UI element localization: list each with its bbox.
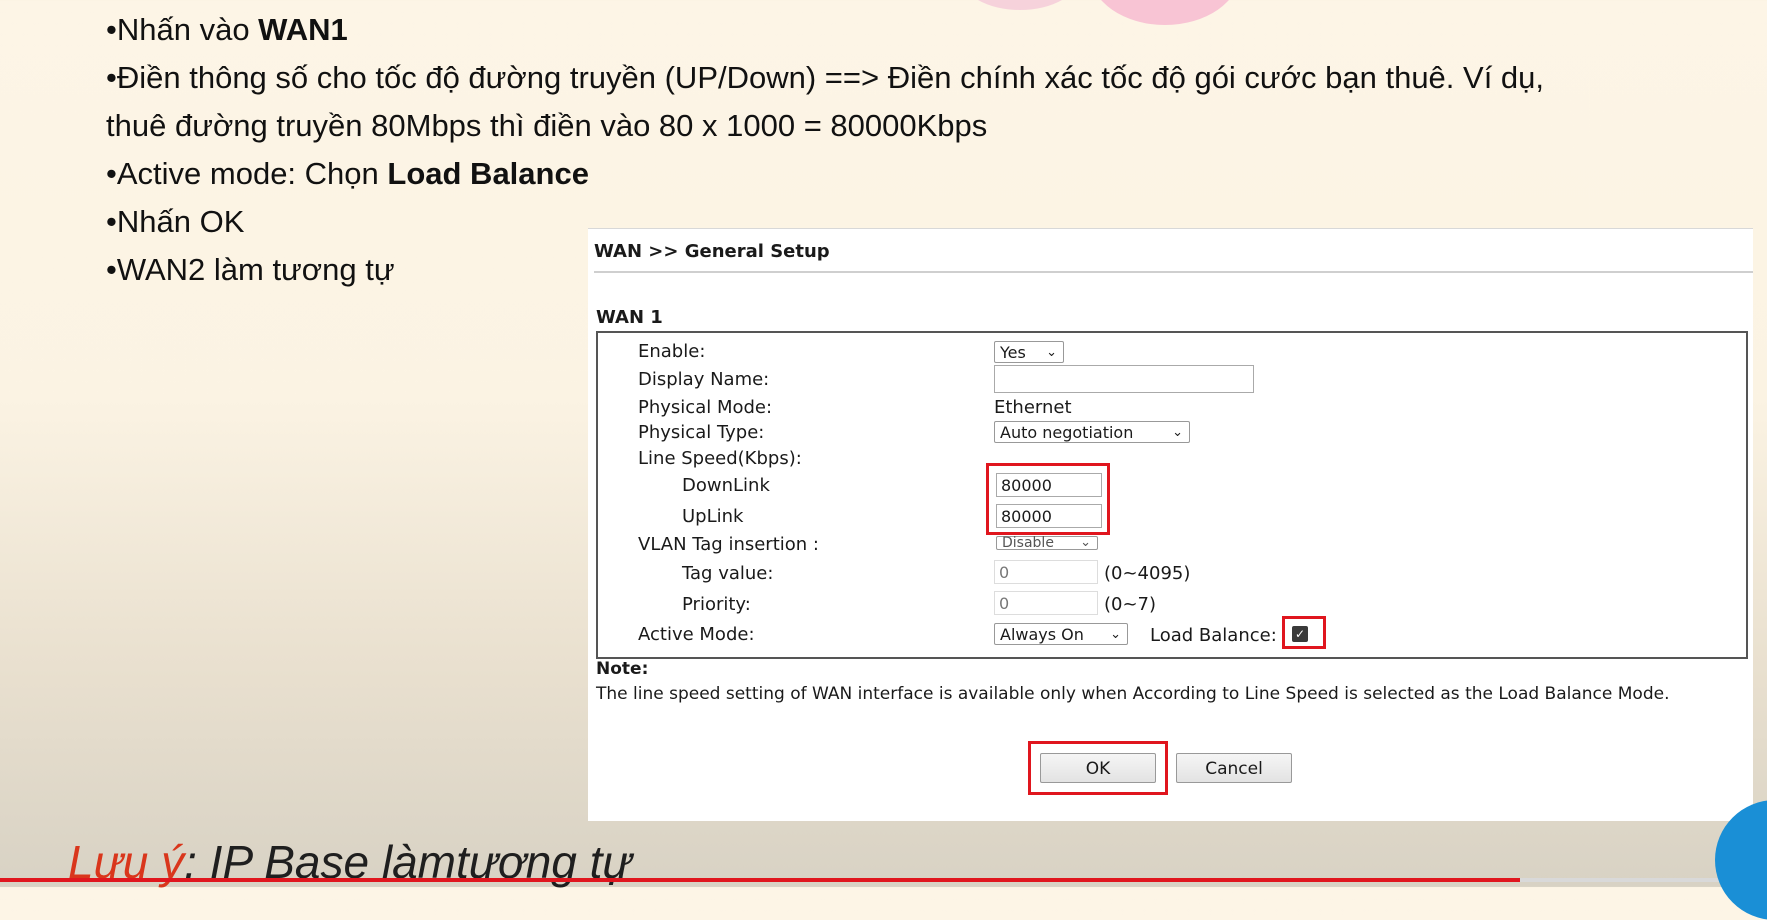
highlight-line-speed: [986, 463, 1110, 535]
tag-value-input[interactable]: 0: [994, 560, 1098, 584]
bullet-line-speed: •Điền thông số cho tốc độ đường truyền (…: [106, 60, 1545, 143]
physical-type-select[interactable]: Auto negotiation ⌄: [994, 421, 1190, 443]
chevron-down-icon: ⌄: [1080, 535, 1091, 550]
display-name-label: Display Name:: [638, 369, 770, 390]
wan1-settings-box: Enable: Yes ⌄ Display Name: Physical Mode…: [596, 331, 1748, 659]
active-mode-select[interactable]: Always On ⌄: [994, 623, 1128, 645]
decorative-blob: [960, 0, 1080, 10]
downlink-label: DownLink: [682, 475, 770, 496]
uplink-label: UpLink: [682, 506, 744, 527]
enable-label: Enable:: [638, 341, 706, 362]
note-title: Note:: [596, 659, 649, 679]
physical-mode-value: Ethernet: [994, 397, 1072, 418]
tag-range: (0~4095): [1104, 563, 1191, 584]
chevron-down-icon: ⌄: [1172, 425, 1183, 440]
footer-red-line: [0, 878, 1520, 882]
vlan-label: VLAN Tag insertion :: [638, 534, 819, 555]
highlight-load-balance: [1282, 616, 1326, 649]
bullet-ok: •Nhấn OK: [106, 204, 245, 239]
router-screenshot-panel: WAN >> General Setup WAN 1 Enable: Yes ⌄ …: [588, 228, 1753, 821]
vlan-select[interactable]: Disable ⌄: [996, 536, 1098, 550]
load-balance-label: Load Balance:: [1150, 625, 1277, 646]
breadcrumb: WAN >> General Setup: [594, 241, 830, 262]
priority-label: Priority:: [682, 594, 751, 615]
footer-note: Lưu ý: IP Base làmtương tự: [68, 836, 632, 888]
enable-select[interactable]: Yes ⌄: [994, 341, 1064, 363]
chevron-down-icon: ⌄: [1110, 627, 1121, 642]
bullet-wan2: •WAN2 làm tương tự: [106, 252, 395, 287]
priority-range: (0~7): [1104, 594, 1157, 615]
physical-mode-label: Physical Mode:: [638, 397, 773, 418]
bullet-wan1: •Nhấn vào WAN1: [106, 12, 348, 47]
note-text: The line speed setting of WAN interface …: [596, 684, 1670, 704]
physical-type-label: Physical Type:: [638, 422, 765, 443]
display-name-input[interactable]: [994, 365, 1254, 393]
bullet-active-mode: •Active mode: Chọn Load Balance: [106, 156, 589, 191]
cancel-button[interactable]: Cancel: [1176, 753, 1292, 783]
highlight-ok-button: [1028, 741, 1168, 795]
chevron-down-icon: ⌄: [1046, 345, 1057, 360]
line-speed-label: Line Speed(Kbps):: [638, 448, 802, 469]
tag-value-label: Tag value:: [682, 563, 774, 584]
section-title: WAN 1: [596, 307, 663, 328]
active-mode-label: Active Mode:: [638, 624, 755, 645]
priority-input[interactable]: 0: [994, 591, 1098, 615]
decorative-blob: [1090, 0, 1240, 25]
divider: [594, 271, 1753, 273]
